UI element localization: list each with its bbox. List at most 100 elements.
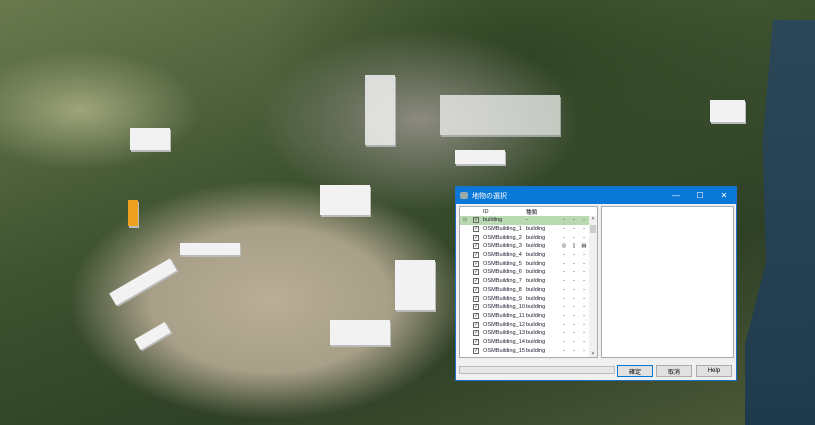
checkbox[interactable]: ✓ <box>473 226 479 233</box>
building <box>130 128 170 150</box>
feature-type: building <box>526 312 546 319</box>
attribute-cell: ▤ <box>581 243 587 250</box>
attribute-cell: - <box>563 330 565 337</box>
list-item[interactable]: ✓ OSMBuilding_12 building - - - <box>460 320 597 329</box>
ok-button[interactable]: 確定 <box>617 365 653 377</box>
help-button[interactable]: Help <box>696 365 732 377</box>
attribute-cell: - <box>583 260 585 267</box>
checkbox[interactable]: ✓ <box>473 260 479 267</box>
feature-id: OSMBuilding_6 <box>483 269 522 276</box>
maximize-button[interactable]: ☐ <box>688 191 712 200</box>
scroll-thumb[interactable] <box>590 225 596 233</box>
attribute-cell: - <box>563 312 565 319</box>
expander-icon[interactable]: ⊟ <box>463 217 469 223</box>
feature-type: building <box>526 243 546 250</box>
attribute-cell: - <box>583 338 585 345</box>
feature-id: OSMBuilding_7 <box>483 278 522 285</box>
attribute-cell: - <box>563 269 565 276</box>
attribute-cell: - <box>573 260 575 267</box>
checkbox[interactable]: ✓ <box>473 286 479 293</box>
attribute-cell: - <box>573 338 575 345</box>
list-item[interactable]: ✓ OSMBuilding_15 building - - - <box>460 346 597 355</box>
building <box>395 260 435 310</box>
building <box>180 243 240 255</box>
list-item[interactable]: ✓ OSMBuilding_1 building - - - <box>460 225 597 234</box>
attribute-cell: - <box>583 330 585 337</box>
list-item[interactable]: ✓ OSMBuilding_6 building - - - <box>460 268 597 277</box>
attribute-cell: - <box>563 347 565 354</box>
attribute-cell: - <box>583 252 585 259</box>
attribute-cell: - <box>583 234 585 241</box>
scroll-down-icon[interactable]: ˅ <box>589 351 597 357</box>
list-item[interactable]: ✓ OSMBuilding_4 building - - - <box>460 251 597 260</box>
attribute-cell: ▯ <box>572 243 576 250</box>
attribute-cell: - <box>583 269 585 276</box>
scroll-up-icon[interactable]: ˄ <box>589 216 597 222</box>
attribute-cell: - <box>563 252 565 259</box>
building <box>320 185 370 215</box>
checkbox[interactable]: ✓ <box>473 312 479 319</box>
cancel-button[interactable]: 取消 <box>656 365 692 377</box>
feature-id: OSMBuilding_5 <box>483 260 522 267</box>
feature-type: building <box>526 252 546 259</box>
checkbox[interactable]: ✓ <box>473 304 479 311</box>
feature-id: OSMBuilding_12 <box>483 321 525 328</box>
feature-id: OSMBuilding_13 <box>483 330 525 337</box>
list-item[interactable]: ✓ OSMBuilding_2 building - - - <box>460 233 597 242</box>
checkbox[interactable]: ✓ <box>473 278 479 285</box>
attribute-cell: - <box>573 234 575 241</box>
app-icon <box>460 192 468 199</box>
attribute-cell: - <box>573 226 575 233</box>
attribute-cell: - <box>583 312 585 319</box>
feature-type: building <box>526 330 546 337</box>
attribute-cell: - <box>573 217 575 224</box>
feature-type: building <box>526 226 546 233</box>
list-item[interactable]: ⊟ ✓ building - - - - <box>460 216 597 225</box>
attribute-cell: - <box>573 295 575 302</box>
list-item[interactable]: ✓ OSMBuilding_14 building - - - <box>460 338 597 347</box>
list-item[interactable]: ✓ OSMBuilding_8 building - - - <box>460 286 597 295</box>
attribute-cell: - <box>563 321 565 328</box>
checkbox[interactable]: ✓ <box>473 295 479 302</box>
feature-type: building <box>526 286 546 293</box>
column-type[interactable]: 種類 <box>526 208 559 216</box>
attribute-cell: - <box>583 226 585 233</box>
scrollbar[interactable]: ˄ ˅ <box>589 216 597 357</box>
column-id[interactable]: ID <box>483 209 526 215</box>
close-button[interactable]: ✕ <box>712 191 736 200</box>
list-item[interactable]: ✓ OSMBuilding_5 building - - - <box>460 259 597 268</box>
checkbox[interactable]: ✓ <box>473 338 479 345</box>
feature-type: building <box>526 321 546 328</box>
feature-id: OSMBuilding_9 <box>483 295 522 302</box>
building <box>365 75 395 145</box>
list-item[interactable]: ✓ OSMBuilding_9 building - - - <box>460 294 597 303</box>
feature-tree-list[interactable]: ID 種類 ⊟ ✓ building - - - - ✓ OSMBuilding_1 buildi… <box>459 206 598 358</box>
attribute-cell: - <box>573 278 575 285</box>
feature-type: building <box>526 269 546 276</box>
checkbox[interactable]: ✓ <box>473 243 479 250</box>
feature-id: OSMBuilding_1 <box>483 226 522 233</box>
building <box>710 100 745 122</box>
attribute-cell: - <box>563 286 565 293</box>
checkbox[interactable]: ✓ <box>473 234 479 241</box>
checkbox[interactable]: ✓ <box>473 217 479 224</box>
list-item[interactable]: ✓ OSMBuilding_3 building ◎ ▯ ▤ <box>460 242 597 251</box>
checkbox[interactable]: ✓ <box>473 269 479 276</box>
attribute-cell: - <box>563 234 565 241</box>
attribute-cell: - <box>563 260 565 267</box>
list-item[interactable]: ✓ OSMBuilding_7 building - - - <box>460 277 597 286</box>
building <box>440 95 560 135</box>
checkbox[interactable]: ✓ <box>473 252 479 259</box>
attribute-cell: - <box>583 295 585 302</box>
list-item[interactable]: ✓ OSMBuilding_10 building - - - <box>460 303 597 312</box>
list-item[interactable]: ✓ OSMBuilding_11 building - - - <box>460 312 597 321</box>
title-bar[interactable]: 地物の選択 — ☐ ✕ <box>456 187 736 204</box>
checkbox[interactable]: ✓ <box>473 321 479 328</box>
minimize-button[interactable]: — <box>664 191 688 200</box>
checkbox[interactable]: ✓ <box>473 347 479 354</box>
list-item[interactable]: ✓ OSMBuilding_13 building - - - <box>460 329 597 338</box>
list-header: ID 種類 <box>460 207 597 216</box>
checkbox[interactable]: ✓ <box>473 330 479 337</box>
feature-type: building <box>526 347 546 354</box>
attribute-cell: ◎ <box>561 243 567 250</box>
